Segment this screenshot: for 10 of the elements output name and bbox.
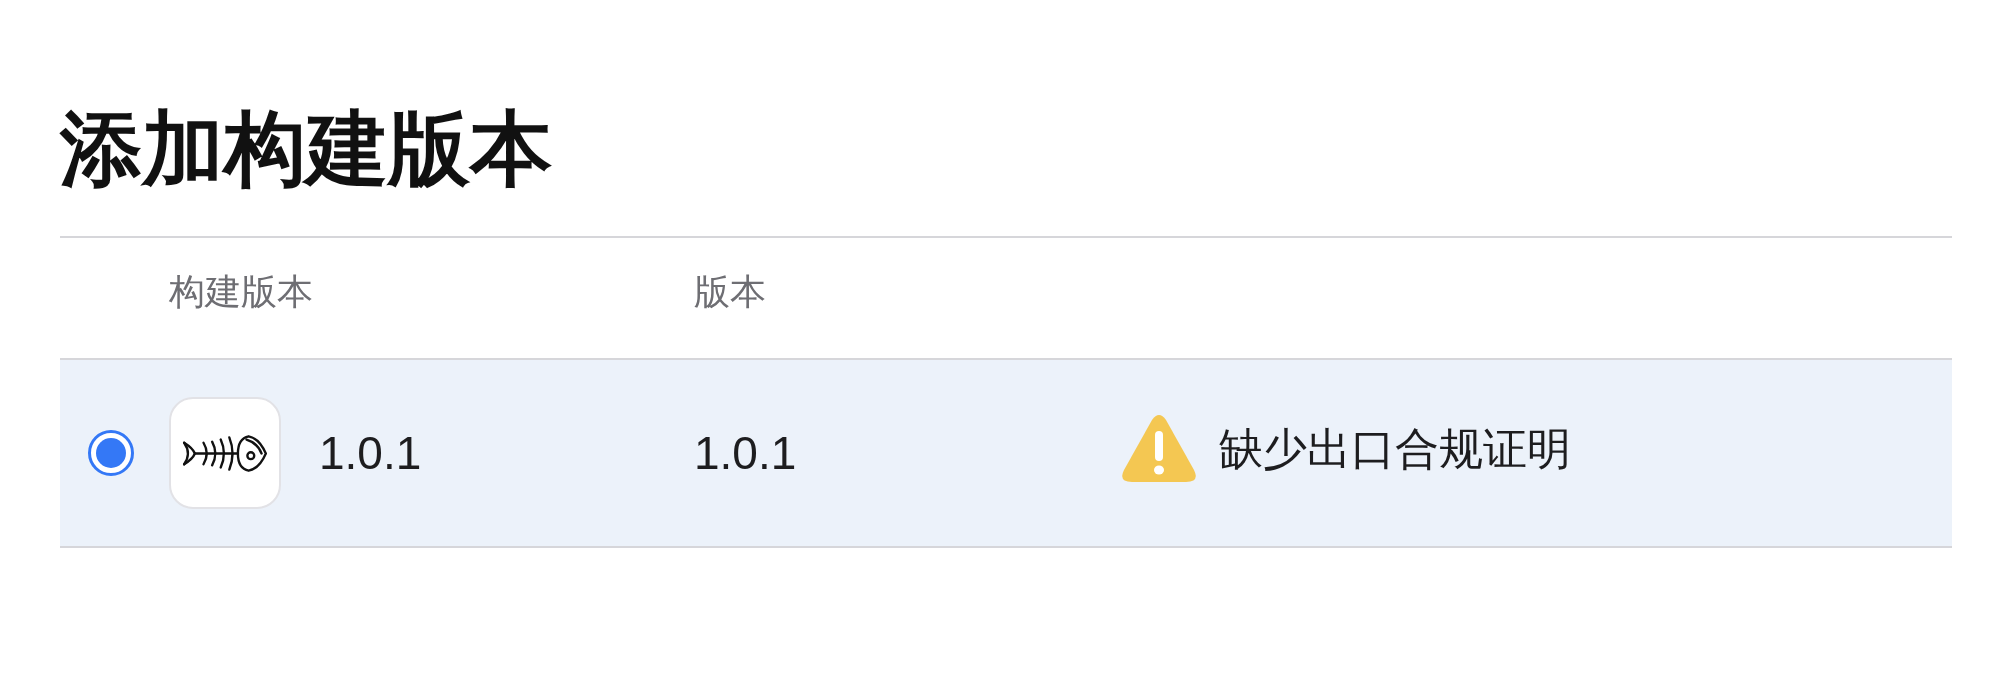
- status-message: 缺少出口合规证明: [1219, 422, 1571, 475]
- column-header: 版本: [694, 269, 766, 314]
- radio-button[interactable]: [88, 430, 134, 477]
- column-header: 构建版本: [169, 269, 313, 314]
- warning-icon: [1121, 414, 1197, 485]
- page-title: 添加构建版本: [60, 102, 553, 196]
- version-number: 1.0.1: [694, 426, 797, 481]
- build-number: 1.0.1: [319, 426, 422, 481]
- fish-skeleton-icon: [169, 397, 281, 510]
- table-row[interactable]: 1.0.1 1.0.1 缺少出口合规证明: [60, 358, 1952, 549]
